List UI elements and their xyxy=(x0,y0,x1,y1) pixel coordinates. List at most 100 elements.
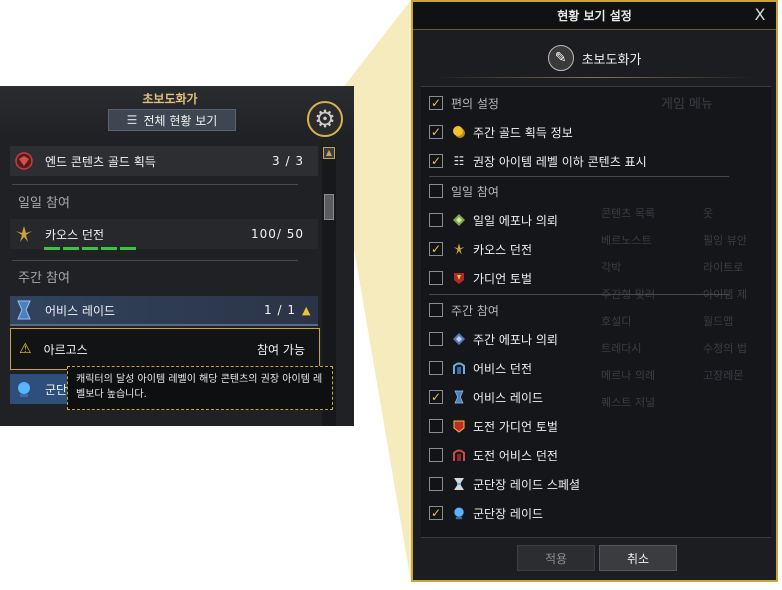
setting-guardian-raid[interactable]: 가디언 토벌 xyxy=(429,267,532,289)
setting-abyss-raid[interactable]: ✓ 어비스 레이드 xyxy=(429,386,543,408)
argos-label: 아르고스 xyxy=(43,342,88,357)
checkbox[interactable] xyxy=(429,271,443,285)
checkbox[interactable] xyxy=(429,184,443,198)
list-icon: ☰ xyxy=(126,113,138,127)
setting-legion-raid[interactable]: ✓ 군단장 레이드 xyxy=(429,502,543,524)
checkbox[interactable] xyxy=(429,477,443,491)
setting-challenge-abyss[interactable]: 도전 어비스 던전 xyxy=(429,444,558,466)
settings-gear-button[interactable]: ⚙ xyxy=(307,101,343,137)
legion-raid-row[interactable]: 군단 xyxy=(10,374,70,404)
section-divider xyxy=(429,294,729,295)
dialog-footer: 적용 취소 xyxy=(413,540,776,580)
chaos-dungeon-label: 카오스 던전 xyxy=(45,227,105,242)
setting-label: 카오스 던전 xyxy=(473,242,533,257)
setting-label: 주간 에포나 의뢰 xyxy=(473,332,558,347)
dialog-character-name: 초보도화가 xyxy=(581,52,642,68)
view-all-label: 전체 현황 보기 xyxy=(143,113,218,128)
rest-gauge-segment xyxy=(101,247,117,250)
checkbox[interactable]: ✓ xyxy=(429,154,443,168)
checkbox[interactable] xyxy=(429,213,443,227)
setting-abyss-dungeon[interactable]: 어비스 던전 xyxy=(429,357,532,379)
setting-label: 어비스 레이드 xyxy=(473,390,544,405)
setting-label: 주간 참여 xyxy=(451,303,499,318)
close-button[interactable]: X xyxy=(750,4,770,26)
ghost-menu-item: 호설디 xyxy=(601,315,632,328)
view-all-button[interactable]: ☰ 전체 현황 보기 xyxy=(108,109,236,131)
setting-label: 군단장 레이드 xyxy=(473,506,544,521)
abyss-raid-count: 1 / 1 xyxy=(264,303,296,317)
chaos-dungeon-row: 카오스 던전 100/ 50 xyxy=(10,219,318,249)
ghost-menu-item: 월드맵 xyxy=(703,315,734,328)
setting-daily-section[interactable]: 일일 참여 xyxy=(429,180,499,202)
warning-icon: ⚠ xyxy=(19,341,32,357)
abyss-raid-icon xyxy=(13,299,35,321)
setting-label: 도전 어비스 던전 xyxy=(473,448,558,463)
checkbox[interactable]: ✓ xyxy=(429,506,443,520)
settings-list: 게임 메뉴 콘텐츠 목록 베르노스트 각박 주간형 맞러 호설디 트레다시 메르… xyxy=(421,86,771,538)
dialog-title: 현황 보기 설정 xyxy=(413,2,776,30)
section-divider xyxy=(429,176,729,177)
header-divider xyxy=(433,77,755,78)
warning-triangle-icon: ▲ xyxy=(302,303,311,317)
checkbox[interactable] xyxy=(429,332,443,346)
checkbox[interactable]: ✓ xyxy=(429,125,443,139)
setting-daily-epona[interactable]: 일일 에포나 의뢰 xyxy=(429,209,558,231)
ghost-menu-item: 라이트로 xyxy=(703,261,744,274)
setting-weekly-epona[interactable]: 주간 에포나 의뢰 xyxy=(429,328,558,350)
abyss-raid-icon xyxy=(451,389,467,405)
setting-chaos-dungeon[interactable]: ✓ 카오스 던전 xyxy=(429,238,532,260)
ghost-menu-header: 게임 메뉴 xyxy=(661,97,713,112)
checkbox[interactable]: ✓ xyxy=(429,242,443,256)
checkbox[interactable] xyxy=(429,419,443,433)
setting-below-level[interactable]: ✓ ☷ 권장 아이템 레벨 이하 콘텐츠 표시 xyxy=(429,150,647,172)
chaos-dungeon-value: 100/ 50 xyxy=(250,227,304,241)
gold-coins-icon xyxy=(451,124,467,140)
legion-raid-icon xyxy=(451,505,467,521)
chaos-dungeon-icon xyxy=(451,241,467,257)
legion-raid-icon xyxy=(13,378,35,400)
scroll-up-arrow-icon[interactable]: ▲ xyxy=(323,147,335,159)
challenge-abyss-icon xyxy=(451,447,467,463)
setting-label: 권장 아이템 레벨 이하 콘텐츠 표시 xyxy=(473,154,647,169)
cancel-button[interactable]: 취소 xyxy=(599,545,677,571)
section-divider xyxy=(12,184,298,185)
ghost-menu-item: 고장레몬 xyxy=(703,369,744,382)
apply-button[interactable]: 적용 xyxy=(517,545,595,571)
ghost-menu-item: 옷 xyxy=(703,207,714,220)
setting-label: 일일 에포나 의뢰 xyxy=(473,213,558,228)
guardian-raid-icon xyxy=(451,270,467,286)
epona-daily-icon xyxy=(451,212,467,228)
setting-legion-special[interactable]: 군단장 레이드 스페셜 xyxy=(429,473,580,495)
status-panel: 초보도화가 ☰ 전체 현황 보기 ⚙ ▲ 엔드 콘텐츠 골드 획득 3 / 3 … xyxy=(0,86,354,426)
gear-icon: ⚙ xyxy=(314,105,336,133)
setting-label: 편의 설정 xyxy=(451,96,499,111)
setting-convenience[interactable]: ✓ 편의 설정 xyxy=(429,92,499,114)
setting-label: 주간 골드 획득 정보 xyxy=(473,125,573,140)
section-divider xyxy=(12,260,298,261)
end-content-icon xyxy=(13,150,35,172)
argos-row[interactable]: ⚠ 아르고스 참여 가능 xyxy=(10,328,320,370)
challenge-guardian-icon xyxy=(451,418,467,434)
setting-weekly-section[interactable]: 주간 참여 xyxy=(429,299,499,321)
epona-weekly-icon xyxy=(451,331,467,347)
status-panel-header: 초보도화가 ☰ 전체 현황 보기 ⚙ xyxy=(0,86,354,138)
end-content-gold-row: 엔드 콘텐츠 골드 획득 3 / 3 xyxy=(10,146,318,176)
ghost-menu-item: 콘텐츠 목록 xyxy=(601,207,656,220)
setting-weekly-gold[interactable]: ✓ 주간 골드 획득 정보 xyxy=(429,121,573,143)
setting-label: 일일 참여 xyxy=(451,184,499,199)
scroll-thumb[interactable] xyxy=(324,194,334,220)
checkbox[interactable]: ✓ xyxy=(429,390,443,404)
abyss-raid-label: 어비스 레이드 xyxy=(45,303,116,318)
setting-label: 어비스 던전 xyxy=(473,361,533,376)
checkbox[interactable] xyxy=(429,448,443,462)
legion-special-icon xyxy=(451,476,467,492)
checkbox[interactable] xyxy=(429,303,443,317)
checkbox[interactable]: ✓ xyxy=(429,96,443,110)
abyss-dungeon-icon xyxy=(451,360,467,376)
checkbox[interactable] xyxy=(429,361,443,375)
chaos-dungeon-icon xyxy=(13,223,35,245)
setting-challenge-guardian[interactable]: 도전 가디언 토벌 xyxy=(429,415,558,437)
abyss-raid-row[interactable]: 어비스 레이드 1 / 1 ▲ xyxy=(10,296,318,326)
rest-gauge-segment xyxy=(120,247,136,250)
status-settings-dialog: 현황 보기 설정 X ✎ 초보도화가 게임 메뉴 콘텐츠 목록 베르노스트 각박… xyxy=(411,0,778,582)
